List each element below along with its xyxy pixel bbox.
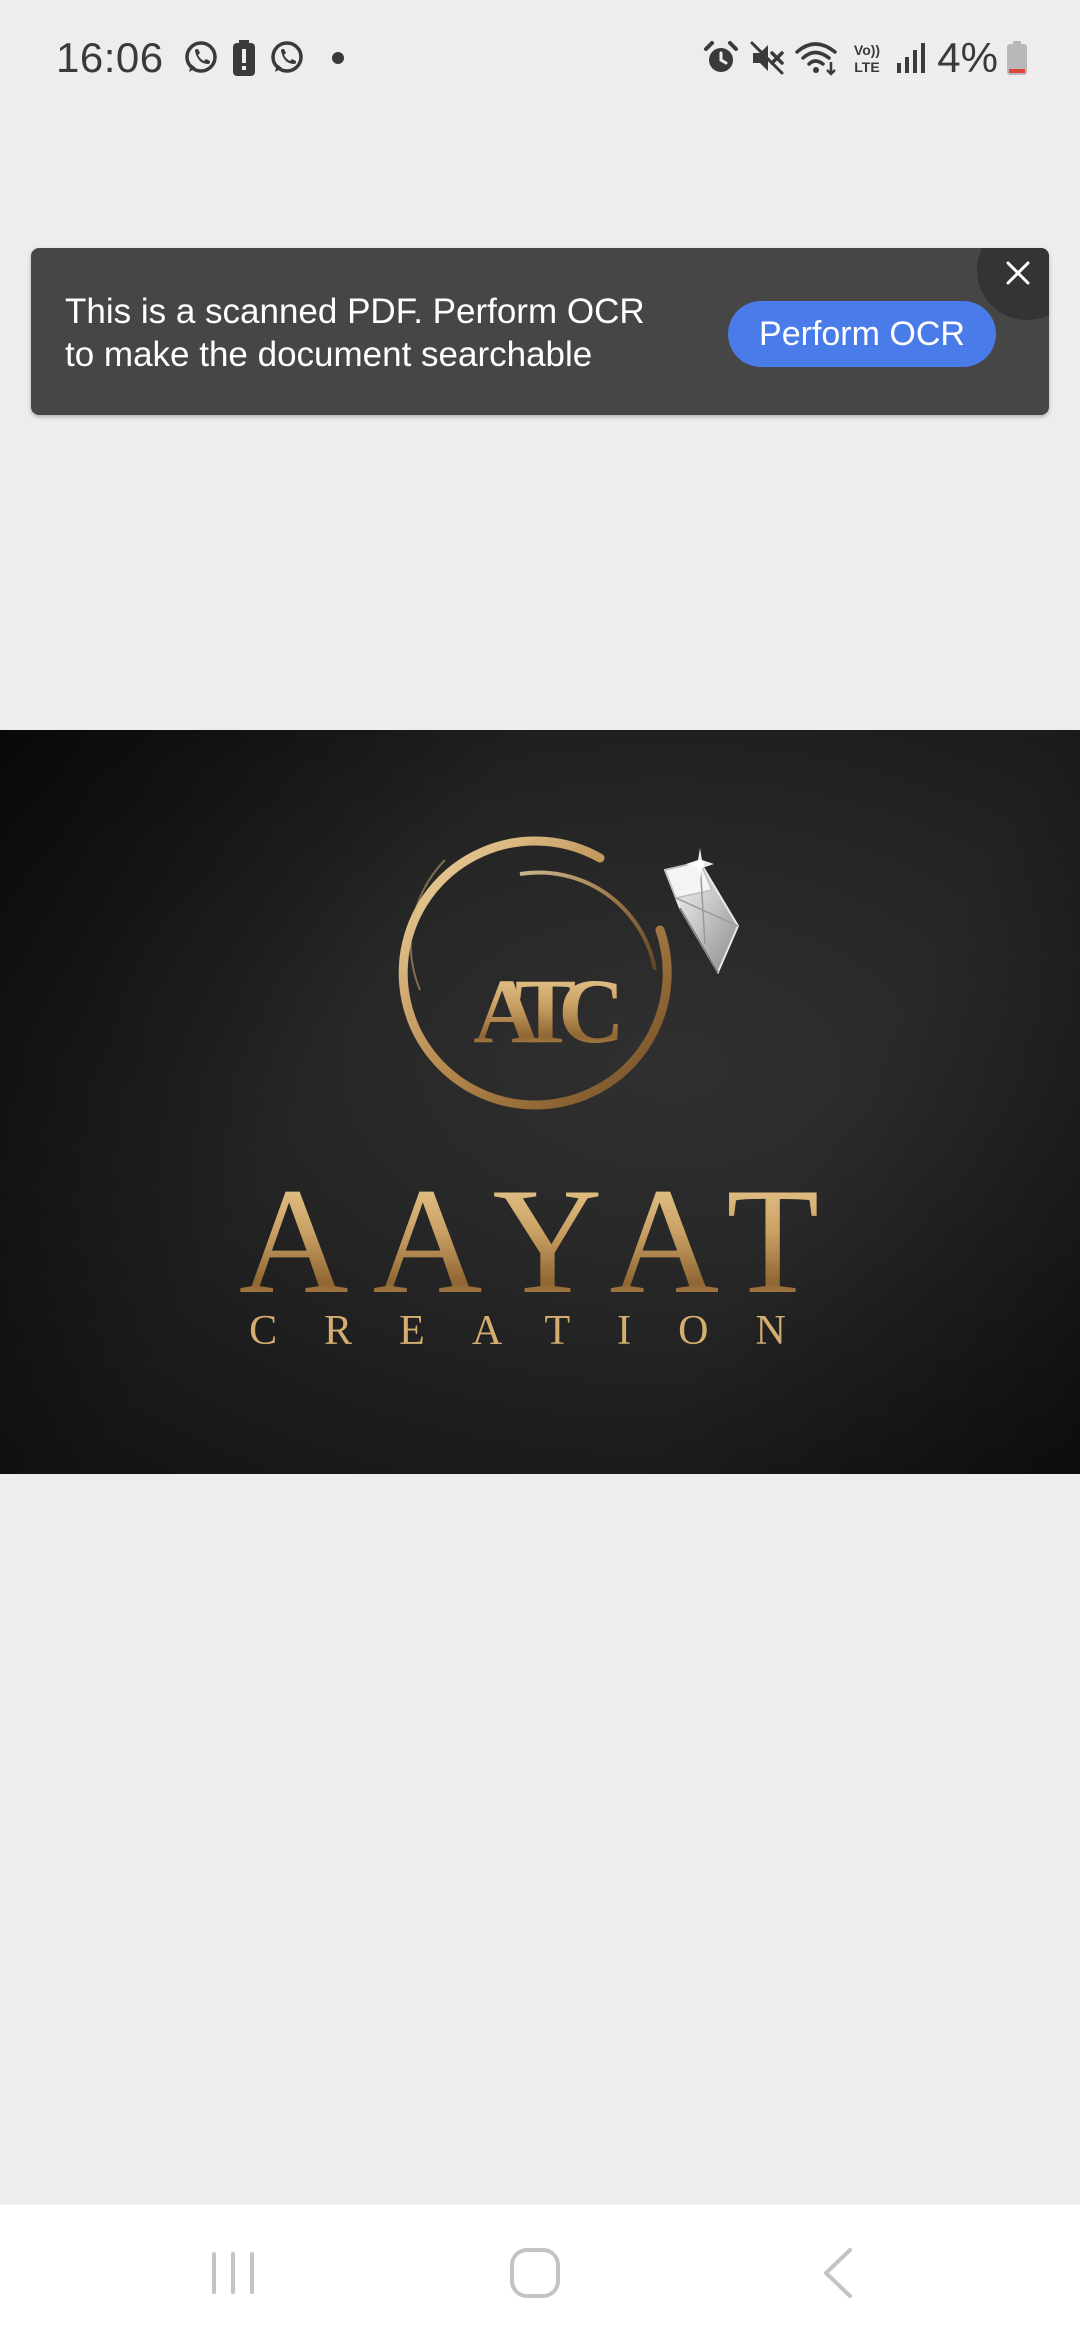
battery-icon xyxy=(1006,40,1028,76)
ocr-message: This is a scanned PDF. Perform OCR to ma… xyxy=(65,290,705,376)
logo-subtitle: CREATION xyxy=(249,1308,833,1354)
status-bar-left: 16:06 xyxy=(56,34,344,82)
status-bar-right: Vo)) LTE 4% xyxy=(703,34,1028,82)
status-bar: 16:06 Vo)) LTE 4% xyxy=(0,0,1080,115)
ocr-message-line-2: to make the document searchable xyxy=(65,335,593,374)
alarm-icon xyxy=(703,40,739,76)
battery-percent: 4% xyxy=(937,33,998,81)
notification-dot-icon xyxy=(331,51,344,64)
wifi-icon xyxy=(795,40,839,76)
whatsapp-icon xyxy=(268,39,306,77)
document-page[interactable]: ATC AAYAT CREATION xyxy=(0,730,1080,1474)
close-banner-button[interactable] xyxy=(977,248,1049,320)
svg-text:Vo)): Vo)) xyxy=(854,42,880,58)
mute-icon xyxy=(749,40,785,76)
aayat-creation-logo: ATC AAYAT CREATION xyxy=(239,836,843,1354)
status-time: 16:06 xyxy=(56,33,164,81)
svg-text:LTE: LTE xyxy=(855,59,880,75)
navigation-bar xyxy=(0,2205,1080,2340)
whatsapp-icon xyxy=(182,39,220,77)
logo-monogram: ATC xyxy=(473,960,618,1062)
battery-alert-icon xyxy=(232,39,256,77)
ocr-banner: This is a scanned PDF. Perform OCR to ma… xyxy=(31,248,1049,415)
back-icon xyxy=(824,2247,852,2298)
back-button[interactable] xyxy=(748,2205,928,2340)
recents-icon xyxy=(212,2251,254,2294)
diamond-icon xyxy=(663,848,740,975)
signal-icon xyxy=(895,41,927,75)
home-button[interactable] xyxy=(445,2205,625,2340)
recents-button[interactable] xyxy=(143,2205,323,2340)
ocr-message-line-1: This is a scanned PDF. Perform OCR xyxy=(65,292,645,331)
close-icon xyxy=(1006,261,1030,285)
logo-title: AAYAT xyxy=(239,1157,843,1325)
home-icon xyxy=(510,2247,560,2298)
volte-icon: Vo)) LTE xyxy=(849,40,885,76)
perform-ocr-button[interactable]: Perform OCR xyxy=(728,301,996,367)
